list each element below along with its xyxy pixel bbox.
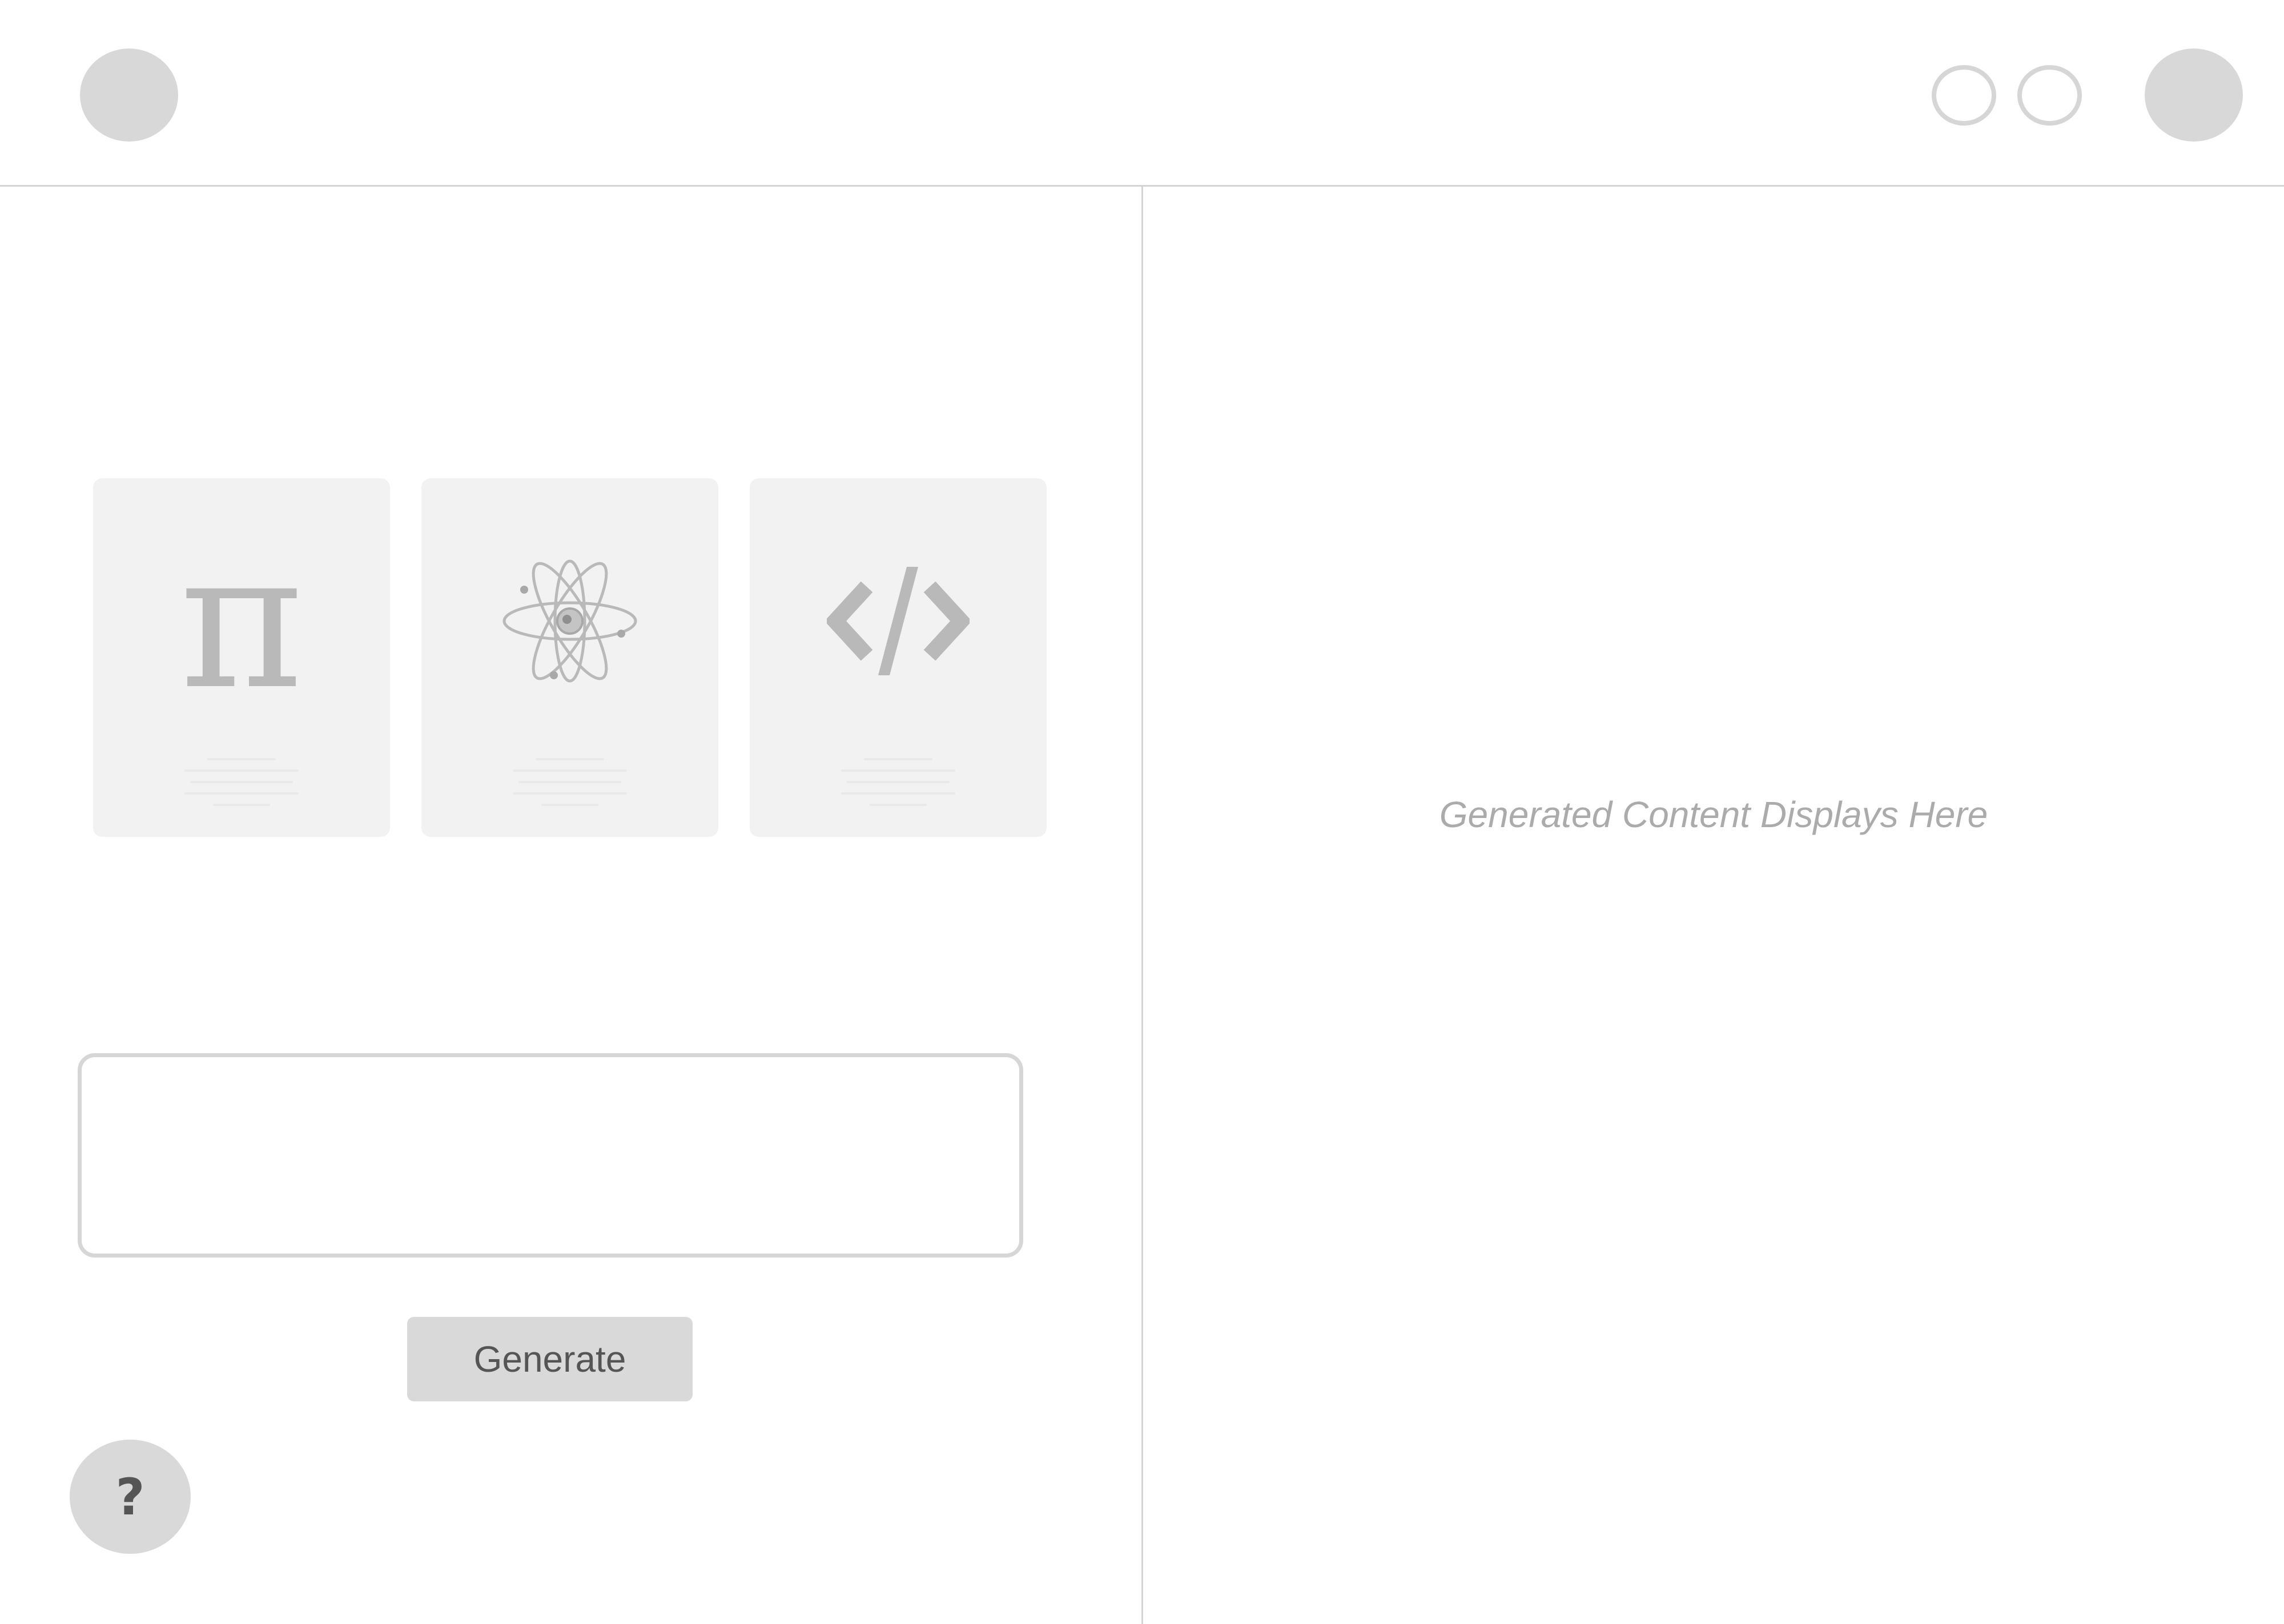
card-text-placeholder [513, 758, 627, 815]
template-card-math[interactable]: π [93, 478, 390, 837]
toggle-circle-icon[interactable] [1932, 65, 1996, 126]
app-window: π Generate ? Generated Content Displays … [0, 0, 2284, 1624]
card-text-placeholder [841, 758, 955, 815]
prompt-input[interactable] [78, 1053, 1023, 1258]
generate-button[interactable]: Generate [407, 1317, 693, 1401]
toggle-circle-icon[interactable] [2017, 65, 2082, 126]
code-icon [750, 547, 1047, 695]
atom-icon [421, 547, 718, 695]
code-svg [827, 567, 970, 675]
input-panel: π Generate ? [0, 188, 1141, 1624]
output-panel: Generated Content Displays Here [1143, 188, 2284, 1624]
pi-glyph: π [179, 511, 304, 731]
output-placeholder: Generated Content Displays Here [1439, 794, 1988, 835]
atom-svg [502, 559, 637, 683]
logo-icon[interactable] [80, 49, 178, 142]
pi-icon: π [93, 527, 390, 715]
top-bar [0, 0, 2284, 187]
help-icon[interactable]: ? [70, 1440, 191, 1554]
template-card-code[interactable] [750, 478, 1047, 837]
card-text-placeholder [184, 758, 299, 815]
avatar[interactable] [2145, 49, 2243, 142]
template-card-science[interactable] [421, 478, 718, 837]
